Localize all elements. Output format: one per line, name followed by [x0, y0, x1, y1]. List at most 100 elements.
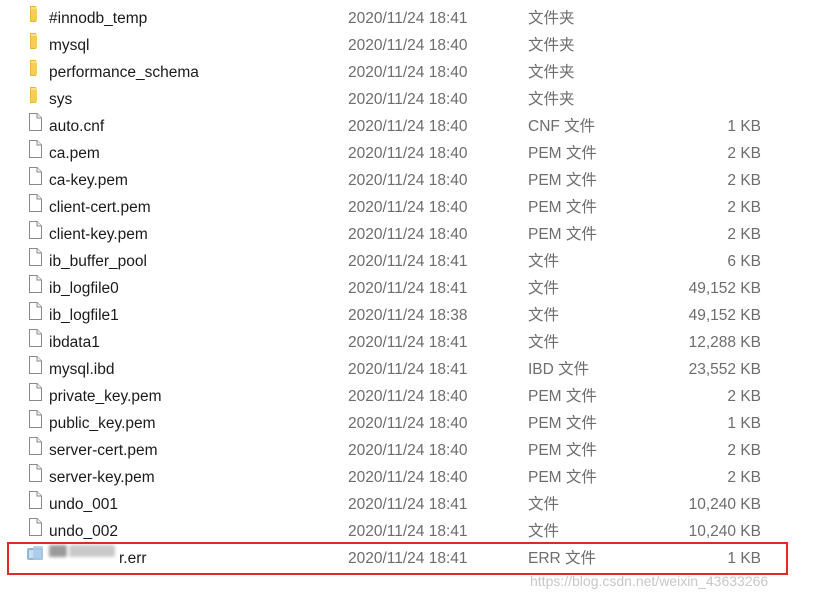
highlight-box	[7, 542, 788, 575]
file-type: 文件	[528, 496, 560, 513]
folder-icon	[27, 32, 43, 50]
file-name: ib_buffer_pool	[49, 253, 147, 270]
file-size: 49,152 KB	[688, 307, 761, 324]
file-size: 49,152 KB	[688, 280, 761, 297]
file-size: 1 KB	[727, 415, 761, 432]
file-name: sys	[49, 91, 73, 108]
file-type: 文件夹	[528, 64, 575, 81]
file-row[interactable]: #innodb_temp 2020/11/24 18:41 文件夹	[0, 5, 822, 32]
file-row[interactable]: ibdata1 2020/11/24 18:41 文件 12,288 KB	[0, 329, 822, 356]
file-name: #innodb_temp	[49, 10, 148, 27]
file-modified-date: 2020/11/24 18:40	[348, 469, 468, 486]
file-icon	[27, 464, 43, 482]
file-type: PEM 文件	[528, 226, 597, 243]
file-type: 文件夹	[528, 10, 575, 27]
file-size: 2 KB	[727, 469, 761, 486]
file-name: server-key.pem	[49, 469, 155, 486]
file-name: ib_logfile0	[49, 280, 119, 297]
file-name: mysql.ibd	[49, 361, 115, 378]
file-row[interactable]: client-key.pem 2020/11/24 18:40 PEM 文件 2 KB	[0, 221, 822, 248]
file-size: 2 KB	[727, 199, 761, 216]
file-size: 12,288 KB	[688, 334, 761, 351]
file-row[interactable]: server-key.pem 2020/11/24 18:40 PEM 文件 2 KB	[0, 464, 822, 491]
file-row[interactable]: ca.pem 2020/11/24 18:40 PEM 文件 2 KB	[0, 140, 822, 167]
file-icon	[27, 356, 43, 374]
file-icon	[27, 113, 43, 131]
file-modified-date: 2020/11/24 18:40	[348, 64, 468, 81]
file-icon	[27, 491, 43, 509]
file-icon	[27, 410, 43, 428]
file-name: performance_schema	[49, 64, 199, 81]
file-modified-date: 2020/11/24 18:38	[348, 307, 468, 324]
file-type: CNF 文件	[528, 118, 596, 135]
file-row[interactable]: client-cert.pem 2020/11/24 18:40 PEM 文件 2 K…	[0, 194, 822, 221]
file-icon	[27, 302, 43, 320]
file-name: client-key.pem	[49, 226, 148, 243]
file-type: 文件夹	[528, 91, 575, 108]
file-row[interactable]: server-cert.pem 2020/11/24 18:40 PEM 文件 2 K…	[0, 437, 822, 464]
file-icon	[27, 275, 43, 293]
file-row[interactable]: mysql.ibd 2020/11/24 18:41 IBD 文件 23,552 KB	[0, 356, 822, 383]
file-row[interactable]: ib_logfile1 2020/11/24 18:38 文件 49,152 KB	[0, 302, 822, 329]
file-name: undo_002	[49, 523, 118, 540]
file-row[interactable]: private_key.pem 2020/11/24 18:40 PEM 文件 2 K…	[0, 383, 822, 410]
file-name: mysql	[49, 37, 90, 54]
file-row[interactable]: ca-key.pem 2020/11/24 18:40 PEM 文件 2 KB	[0, 167, 822, 194]
file-name: public_key.pem	[49, 415, 156, 432]
file-size: 2 KB	[727, 145, 761, 162]
file-icon	[27, 383, 43, 401]
file-modified-date: 2020/11/24 18:41	[348, 10, 468, 27]
file-modified-date: 2020/11/24 18:40	[348, 199, 468, 216]
file-modified-date: 2020/11/24 18:40	[348, 37, 468, 54]
watermark: https://blog.csdn.net/weixin_43633266	[530, 573, 769, 589]
file-size: 6 KB	[727, 253, 761, 270]
file-icon	[27, 329, 43, 347]
file-modified-date: 2020/11/24 18:40	[348, 145, 468, 162]
file-type: IBD 文件	[528, 361, 590, 378]
file-name: ibdata1	[49, 334, 100, 351]
file-row[interactable]: undo_001 2020/11/24 18:41 文件 10,240 KB	[0, 491, 822, 518]
file-modified-date: 2020/11/24 18:40	[348, 226, 468, 243]
file-row[interactable]: sys 2020/11/24 18:40 文件夹	[0, 86, 822, 113]
file-modified-date: 2020/11/24 18:40	[348, 91, 468, 108]
file-icon	[27, 194, 43, 212]
file-icon	[27, 248, 43, 266]
file-type: PEM 文件	[528, 469, 597, 486]
file-row[interactable]: performance_schema 2020/11/24 18:40 文件夹	[0, 59, 822, 86]
file-size: 2 KB	[727, 388, 761, 405]
file-name: server-cert.pem	[49, 442, 158, 459]
file-name: private_key.pem	[49, 388, 162, 405]
file-modified-date: 2020/11/24 18:40	[348, 388, 468, 405]
file-list: #innodb_temp 2020/11/24 18:41 文件夹 mysql 2020…	[0, 5, 822, 572]
file-icon	[27, 437, 43, 455]
file-size: 23,552 KB	[688, 361, 761, 378]
file-name: auto.cnf	[49, 118, 105, 135]
file-type: PEM 文件	[528, 172, 597, 189]
file-modified-date: 2020/11/24 18:41	[348, 523, 468, 540]
file-type: 文件	[528, 307, 560, 324]
file-size: 10,240 KB	[688, 496, 761, 513]
file-type: PEM 文件	[528, 145, 597, 162]
file-type: PEM 文件	[528, 199, 597, 216]
file-modified-date: 2020/11/24 18:41	[348, 361, 468, 378]
file-modified-date: 2020/11/24 18:41	[348, 496, 468, 513]
file-type: 文件	[528, 523, 560, 540]
file-type: 文件	[528, 280, 560, 297]
folder-icon	[27, 59, 43, 77]
file-row[interactable]: auto.cnf 2020/11/24 18:40 CNF 文件 1 KB	[0, 113, 822, 140]
file-row[interactable]: ib_logfile0 2020/11/24 18:41 文件 49,152 KB	[0, 275, 822, 302]
file-name: undo_001	[49, 496, 118, 513]
file-row[interactable]: undo_002 2020/11/24 18:41 文件 10,240 KB	[0, 518, 822, 545]
file-icon	[27, 167, 43, 185]
file-name: ca.pem	[49, 145, 100, 162]
file-size: 1 KB	[727, 118, 761, 135]
file-name: ca-key.pem	[49, 172, 128, 189]
file-row[interactable]: mysql 2020/11/24 18:40 文件夹	[0, 32, 822, 59]
file-type: 文件	[528, 253, 560, 270]
file-row[interactable]: public_key.pem 2020/11/24 18:40 PEM 文件 1 KB	[0, 410, 822, 437]
file-icon	[27, 221, 43, 239]
file-type: 文件夹	[528, 37, 575, 54]
file-modified-date: 2020/11/24 18:40	[348, 415, 468, 432]
file-row[interactable]: ib_buffer_pool 2020/11/24 18:41 文件 6 KB	[0, 248, 822, 275]
folder-icon	[27, 5, 43, 23]
